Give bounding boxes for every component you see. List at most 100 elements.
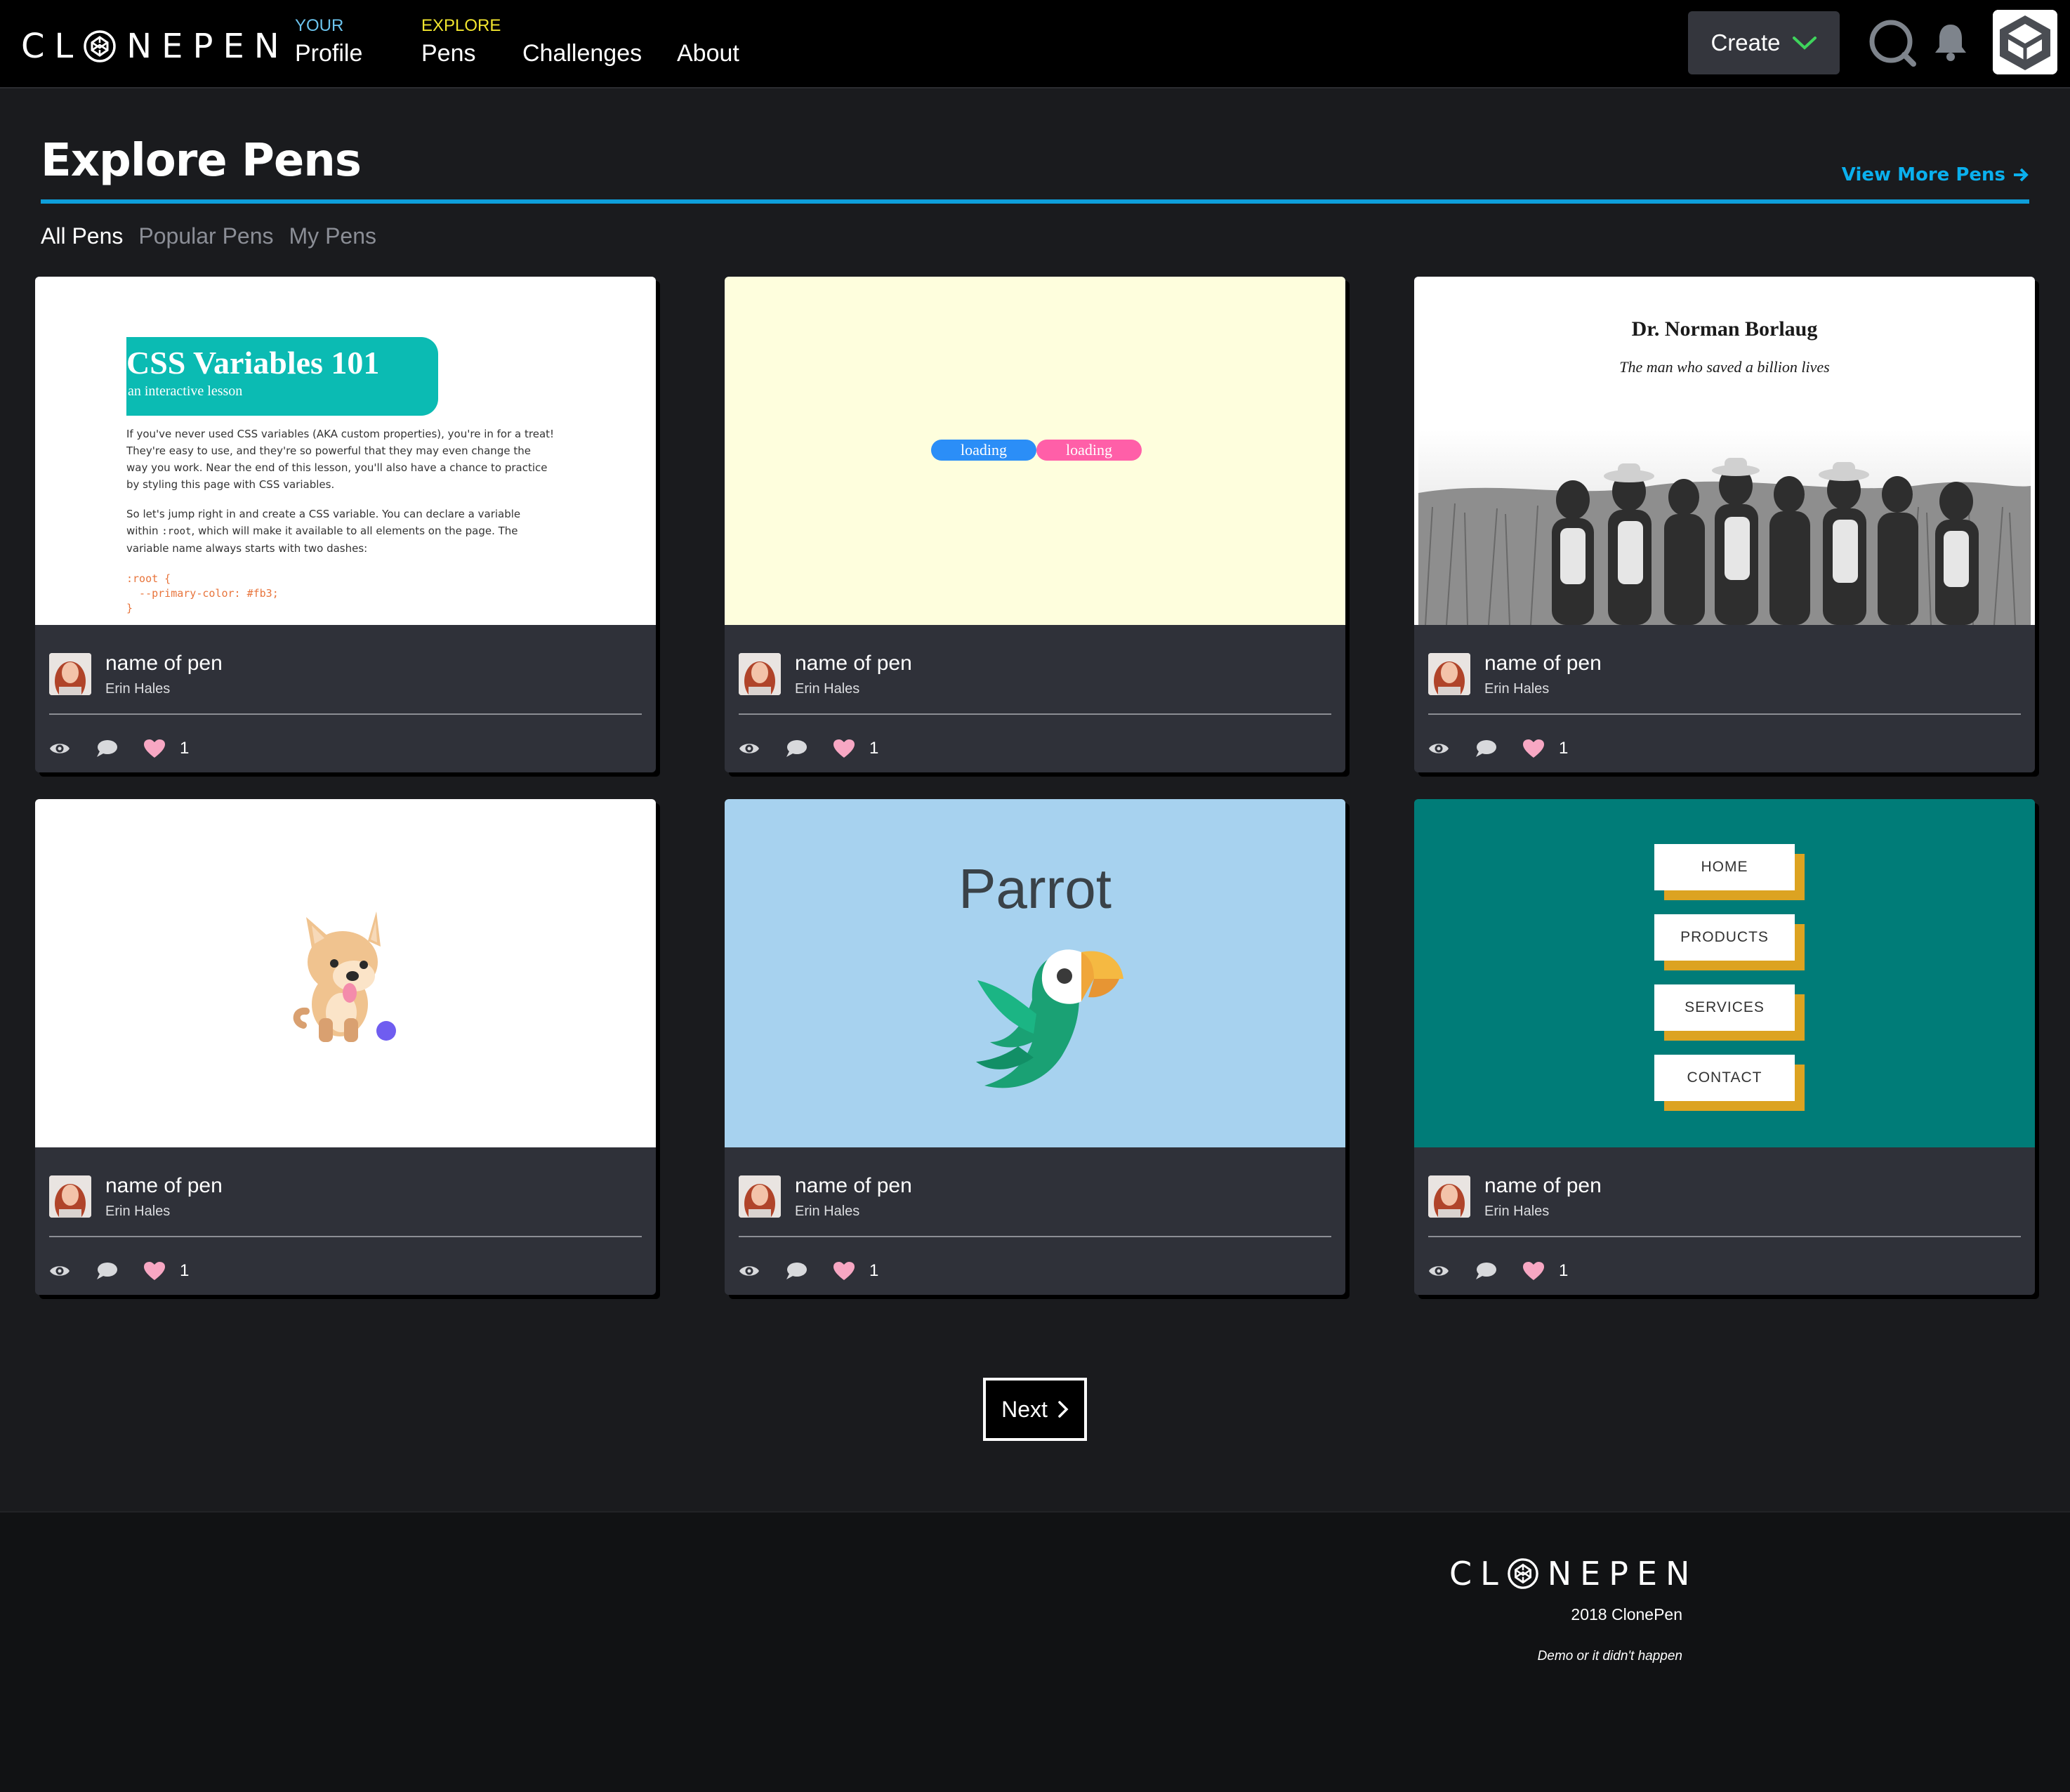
- pen-card[interactable]: Parrot name of pen Erin Hales 1: [725, 799, 1345, 1295]
- comment-icon[interactable]: [1475, 739, 1497, 758]
- menu-button-label: PRODUCTS: [1654, 914, 1795, 961]
- pen-name[interactable]: name of pen: [1484, 1174, 1602, 1198]
- pen-stats: 1: [1428, 739, 1568, 758]
- pen-author[interactable]: Erin Hales: [1484, 1204, 1549, 1220]
- user-avatar[interactable]: [1993, 10, 2057, 74]
- nav-challenges[interactable]: Challenges: [522, 15, 642, 67]
- tab-popular-pens[interactable]: Popular Pens: [138, 223, 273, 249]
- footer-logo[interactable]: CL NEPEN: [1449, 1555, 1698, 1593]
- like-count: 1: [869, 739, 879, 758]
- inline-code: :root: [161, 526, 192, 537]
- logo-text-left: CL: [21, 27, 84, 66]
- eye-icon[interactable]: [49, 1263, 70, 1279]
- comment-icon[interactable]: [785, 1262, 807, 1280]
- tribute-title: Dr. Norman Borlaug: [1631, 317, 1818, 341]
- author-avatar[interactable]: [739, 1175, 781, 1218]
- pen-card[interactable]: Dr. Norman Borlaug The man who saved a b…: [1414, 277, 2035, 772]
- like-count: 1: [869, 1261, 879, 1280]
- heart-icon[interactable]: [833, 1261, 855, 1281]
- puppy-illustration: [293, 911, 396, 1042]
- lesson-paragraph-1: If you've never used CSS variables (AKA …: [126, 428, 555, 491]
- pen-card[interactable]: loading loading name of pen Erin Hales 1: [725, 277, 1345, 772]
- pen-card[interactable]: name of pen Erin Hales 1: [35, 799, 656, 1295]
- comment-icon[interactable]: [1475, 1262, 1497, 1280]
- footer-tagline: Demo or it didn't happen: [1537, 1649, 1682, 1663]
- comment-icon[interactable]: [785, 739, 807, 758]
- comment-icon[interactable]: [95, 1262, 118, 1280]
- lesson-subtitle: an interactive lesson: [128, 383, 243, 399]
- parrot-illustration: [976, 949, 1123, 1088]
- pen-stats: 1: [739, 1261, 878, 1281]
- pen-name[interactable]: name of pen: [1484, 652, 1602, 676]
- create-button[interactable]: Create: [1688, 11, 1840, 74]
- pen-preview-menu[interactable]: HOME PRODUCTS SERVICES CONTACT: [1414, 799, 2035, 1147]
- pen-author[interactable]: Erin Hales: [795, 681, 859, 697]
- meta-divider: [739, 713, 1331, 715]
- author-avatar[interactable]: [1428, 653, 1470, 695]
- nav-pens[interactable]: EXPLORE Pens: [421, 15, 501, 67]
- heart-icon[interactable]: [1522, 739, 1545, 758]
- pen-name[interactable]: name of pen: [795, 1174, 912, 1198]
- search-icon[interactable]: [1865, 15, 1921, 72]
- menu-button-products: PRODUCTS: [1654, 914, 1805, 970]
- eye-icon[interactable]: [1428, 741, 1449, 756]
- view-more-label: View More Pens: [1841, 164, 2005, 185]
- pen-meta: name of pen Erin Hales 1: [1414, 625, 2035, 772]
- eye-icon[interactable]: [49, 741, 70, 756]
- pen-card[interactable]: CSS Variables 101 an interactive lesson …: [35, 277, 656, 772]
- pen-meta: name of pen Erin Hales 1: [35, 625, 656, 772]
- pen-name[interactable]: name of pen: [795, 652, 912, 676]
- menu-button-label: SERVICES: [1654, 984, 1795, 1031]
- eye-icon[interactable]: [739, 1263, 760, 1279]
- pen-preview-parrot[interactable]: Parrot: [725, 799, 1345, 1147]
- loading-pill-pink: loading: [1036, 440, 1142, 461]
- author-avatar[interactable]: [49, 1175, 91, 1218]
- footer-logo-text-left: CL: [1449, 1555, 1507, 1593]
- tribute-subtitle: The man who saved a billion lives: [1619, 358, 1830, 376]
- pen-author[interactable]: Erin Hales: [1484, 681, 1549, 697]
- meta-divider: [49, 1236, 642, 1237]
- nav-profile[interactable]: YOUR Profile: [295, 15, 362, 67]
- arrow-right-icon: [2014, 168, 2029, 182]
- clonepen-logo[interactable]: CL NEPEN: [21, 27, 289, 66]
- pen-author[interactable]: Erin Hales: [105, 1204, 170, 1220]
- nav-challenges-small: [522, 15, 642, 37]
- pen-card[interactable]: HOME PRODUCTS SERVICES CONTACT name of p…: [1414, 799, 2035, 1295]
- heart-icon[interactable]: [143, 1261, 166, 1281]
- footer-logo-text-right: NEPEN: [1547, 1555, 1699, 1593]
- next-page-button[interactable]: Next: [983, 1378, 1087, 1441]
- pen-author[interactable]: Erin Hales: [795, 1204, 859, 1220]
- pen-preview-loading[interactable]: loading loading: [725, 277, 1345, 625]
- lesson-title: CSS Variables 101: [126, 345, 380, 381]
- pen-meta: name of pen Erin Hales 1: [35, 1147, 656, 1295]
- bell-icon[interactable]: [1928, 20, 1973, 65]
- heart-icon[interactable]: [143, 739, 166, 758]
- nav-profile-label: Profile: [295, 40, 363, 67]
- heart-icon[interactable]: [1522, 1261, 1545, 1281]
- tab-my-pens[interactable]: My Pens: [289, 223, 376, 249]
- author-avatar[interactable]: [739, 653, 781, 695]
- pen-filter-tabs: All Pens Popular Pens My Pens: [41, 223, 376, 249]
- pen-preview-css-variables[interactable]: CSS Variables 101 an interactive lesson …: [35, 277, 656, 625]
- heart-icon[interactable]: [833, 739, 855, 758]
- chevron-right-icon: [1058, 1401, 1069, 1418]
- menu-button-contact: CONTACT: [1654, 1055, 1805, 1111]
- eye-icon[interactable]: [739, 741, 760, 756]
- view-more-pens-link[interactable]: View More Pens: [1842, 164, 2029, 185]
- meta-divider: [739, 1236, 1331, 1237]
- tab-all-pens[interactable]: All Pens: [41, 223, 123, 249]
- pen-name[interactable]: name of pen: [105, 1174, 223, 1198]
- pen-preview-borlaug[interactable]: Dr. Norman Borlaug The man who saved a b…: [1414, 277, 2035, 625]
- eye-icon[interactable]: [1428, 1263, 1449, 1279]
- nav-about[interactable]: About: [677, 15, 739, 67]
- like-count: 1: [1559, 739, 1569, 758]
- create-button-label: Create: [1710, 29, 1781, 55]
- author-avatar[interactable]: [49, 653, 91, 695]
- pen-name[interactable]: name of pen: [105, 652, 223, 676]
- next-button-label: Next: [1001, 1396, 1048, 1422]
- pen-preview-puppy[interactable]: [35, 799, 656, 1147]
- comment-icon[interactable]: [95, 739, 118, 758]
- pen-author[interactable]: Erin Hales: [105, 681, 170, 697]
- pen-meta: name of pen Erin Hales 1: [725, 625, 1345, 772]
- author-avatar[interactable]: [1428, 1175, 1470, 1218]
